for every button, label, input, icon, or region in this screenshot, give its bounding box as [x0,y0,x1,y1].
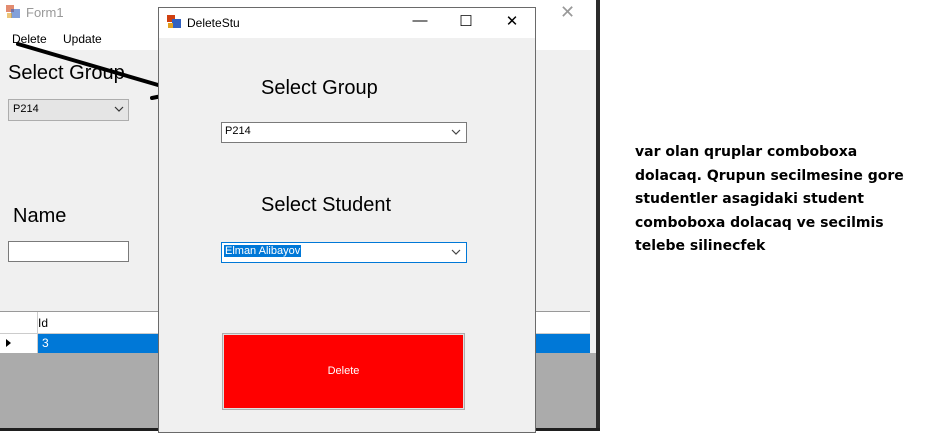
grid-cell-id[interactable]: 3 [42,336,49,350]
form-app-icon [167,15,181,28]
grid-row-header[interactable] [0,334,37,353]
group-combobox-value: P214 [225,125,251,137]
window-edge [596,0,600,431]
close-button[interactable]: ✕ [489,12,535,34]
annotation-text: var olan qruplar comboboxa dolacaq. Qrup… [635,144,904,254]
row-pointer-icon [6,339,11,347]
form1-name-label: Name [13,205,67,227]
deletestu-dialog: DeleteStu — ☐ ✕ Select Group P214 Select… [158,7,536,433]
dialog-title: DeleteStu [187,16,240,30]
form1-name-input[interactable] [8,241,129,262]
delete-button[interactable]: Delete [222,333,465,410]
grid-column-header-id[interactable]: Id [38,316,48,330]
minimize-button[interactable]: — [397,12,443,34]
group-combobox[interactable]: P214 [221,122,467,143]
form1-close-button[interactable]: ✕ [560,2,575,23]
select-group-label: Select Group [261,77,378,99]
chevron-down-icon [451,249,461,255]
student-combobox-value: Elman Alibayov [224,245,302,257]
student-combobox[interactable]: Elman Alibayov [221,242,467,263]
select-student-label: Select Student [261,194,392,216]
chevron-down-icon [451,129,461,135]
maximize-button[interactable]: ☐ [443,12,489,34]
dialog-titlebar: DeleteStu — ☐ ✕ [159,8,535,38]
